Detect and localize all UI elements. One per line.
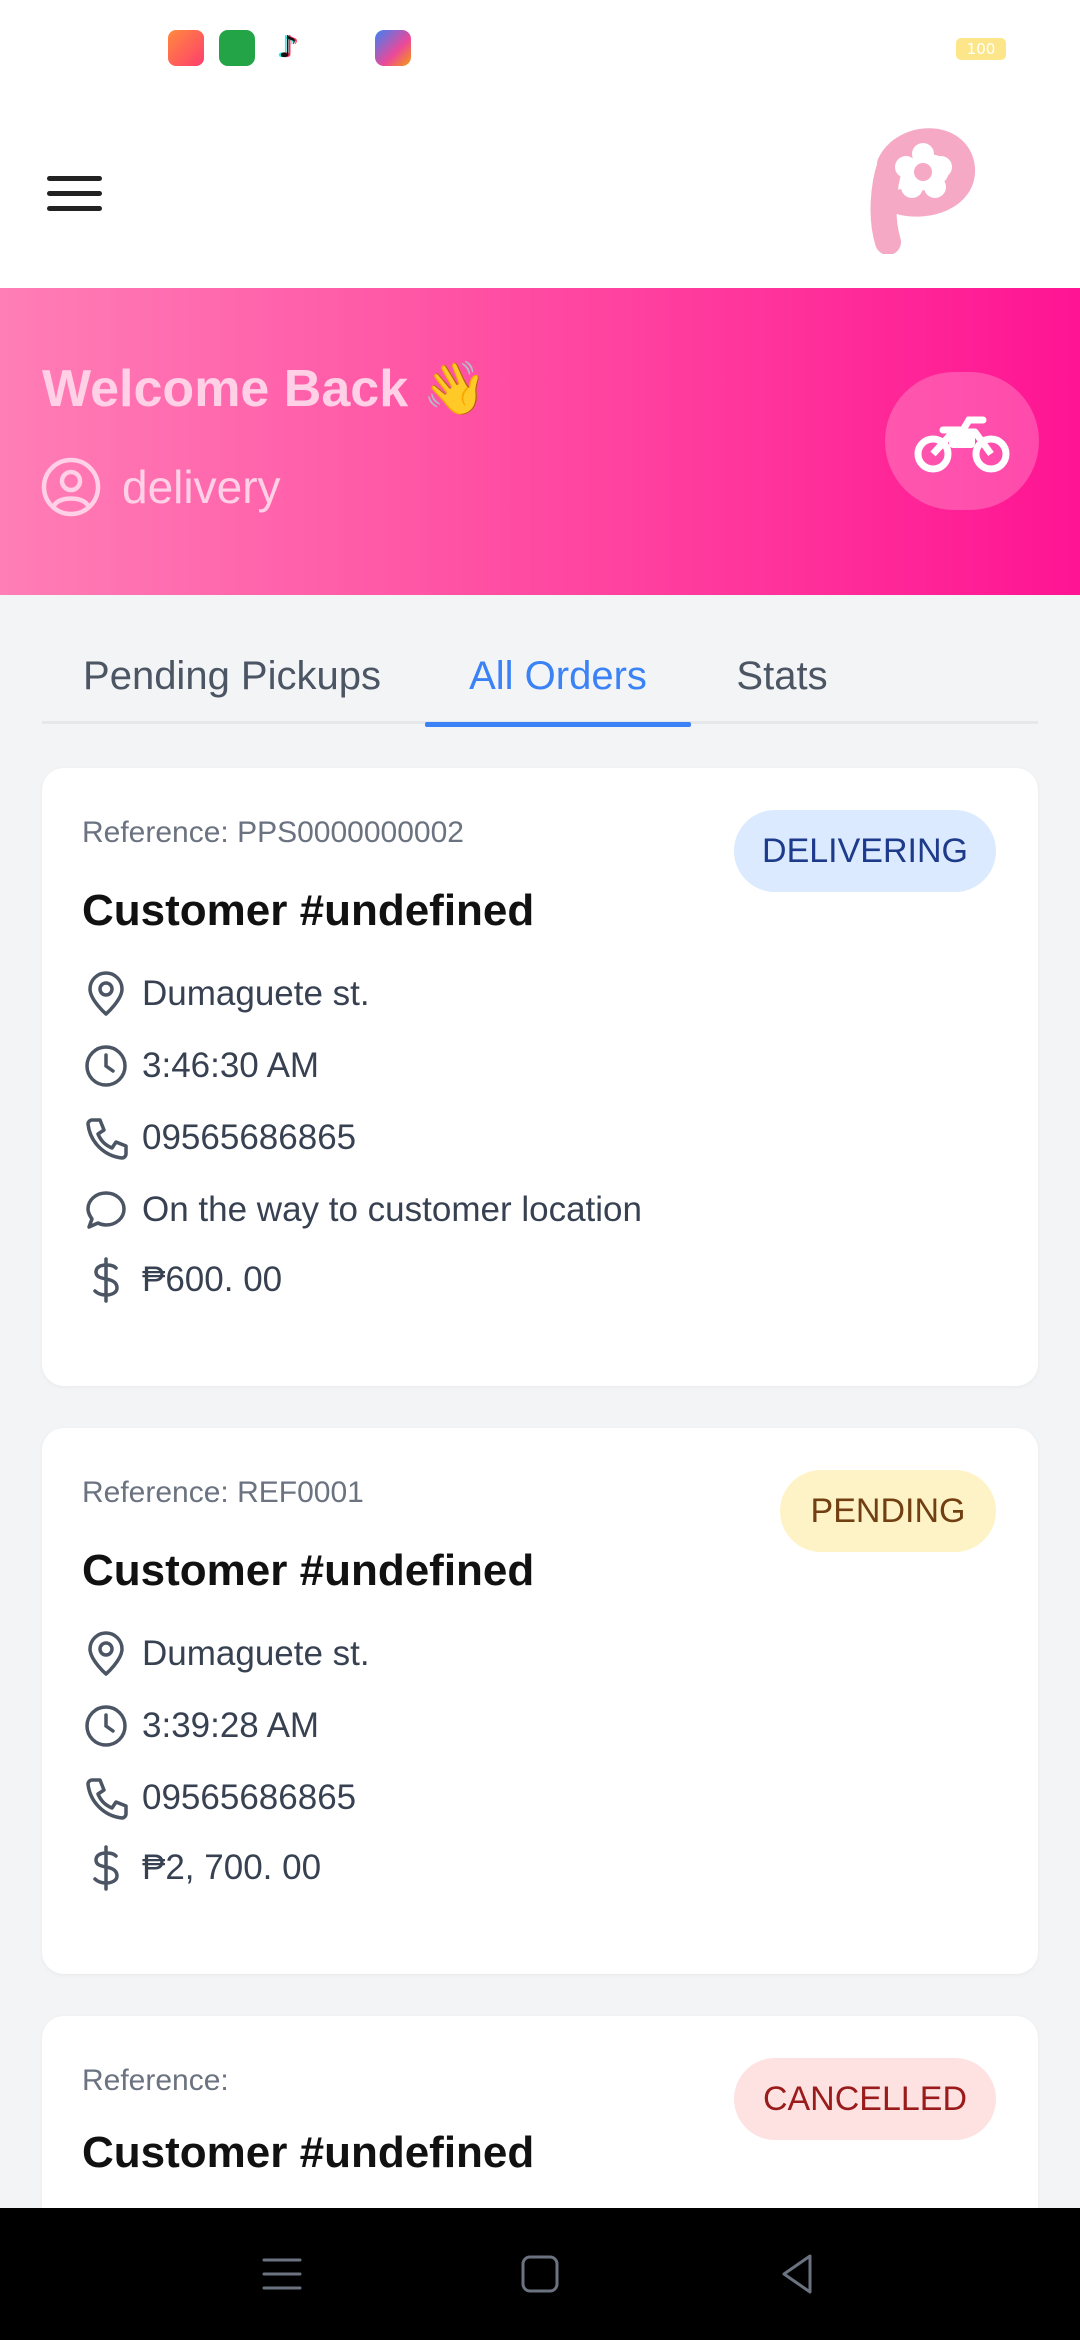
amount-text: ₱600. 00 xyxy=(142,1260,283,1299)
battery-indicator: 100 xyxy=(956,38,1006,60)
map-pin-icon xyxy=(82,970,130,1018)
recent-apps-icon[interactable] xyxy=(252,2244,312,2304)
order-tabs: Pending Pickups All Orders Stats xyxy=(42,628,1038,727)
phone-icon xyxy=(82,1774,130,1822)
address-row: Dumaguete st. xyxy=(82,964,370,1024)
clock-icon xyxy=(82,1702,130,1750)
motorcycle-icon xyxy=(914,416,1010,473)
map-pin-icon xyxy=(82,1630,130,1678)
role-label: delivery xyxy=(122,461,281,513)
dollar-icon xyxy=(82,1844,130,1892)
hamburger-menu-icon[interactable] xyxy=(40,166,110,220)
amount-text: ₱2, 700. 00 xyxy=(142,1848,322,1887)
clock-icon xyxy=(82,1042,130,1090)
status-badge: DELIVERING xyxy=(734,810,996,892)
amount-row: ₱600. 00 xyxy=(82,1250,282,1310)
game-app-icon xyxy=(168,30,204,66)
address-row: Dumaguete st. xyxy=(82,1624,370,1684)
tiktok-icon: ♪ xyxy=(270,30,306,66)
user-role: delivery xyxy=(40,456,281,518)
note-text: On the way to customer location xyxy=(142,1190,642,1229)
address-text: Dumaguete st. xyxy=(142,1634,370,1673)
app-header xyxy=(0,96,1080,288)
order-reference: Reference: PPS0000000002 xyxy=(82,816,464,849)
customer-name: Customer #undefined xyxy=(82,1546,535,1595)
status-badge: CANCELLED xyxy=(734,2058,996,2140)
time-text: 3:39:28 AM xyxy=(142,1706,320,1745)
customer-name: Customer #undefined xyxy=(82,886,535,935)
phone-text[interactable]: 09565686865 xyxy=(142,1778,356,1818)
time-row: 3:46:30 AM xyxy=(82,1036,319,1096)
status-bar: ♪ 100 xyxy=(0,0,1080,96)
order-reference: Reference: xyxy=(82,2064,229,2097)
amount-row: ₱2, 700. 00 xyxy=(82,1838,321,1898)
phone-row: 09565686865 xyxy=(82,1768,356,1828)
message-circle-icon xyxy=(82,1186,130,1234)
address-text: Dumaguete st. xyxy=(142,974,370,1013)
phone-text[interactable]: 09565686865 xyxy=(142,1118,356,1158)
welcome-banner: Welcome Back 👋 delivery xyxy=(0,288,1080,595)
welcome-title: Welcome Back 👋 xyxy=(42,360,488,418)
user-circle-icon xyxy=(41,457,101,517)
flower-p-logo xyxy=(870,128,975,254)
star-app-icon xyxy=(375,30,411,66)
status-badge: PENDING xyxy=(780,1470,996,1552)
order-card[interactable]: Reference: REF0001 PENDING Customer #und… xyxy=(42,1428,1038,1974)
time-text: 3:46:30 AM xyxy=(142,1046,320,1085)
order-card[interactable]: Reference: PPS0000000002 DELIVERING Cust… xyxy=(42,768,1038,1386)
app-store-icon xyxy=(219,30,255,66)
phone-icon xyxy=(82,1114,130,1162)
tab-all-orders[interactable]: All Orders xyxy=(425,628,691,727)
system-nav-bar xyxy=(0,2208,1080,2340)
time-row: 3:39:28 AM xyxy=(82,1696,319,1756)
home-icon[interactable] xyxy=(510,2244,570,2304)
phone-row: 09565686865 xyxy=(82,1108,356,1168)
vehicle-button[interactable] xyxy=(885,372,1039,510)
note-row: On the way to customer location xyxy=(82,1180,642,1240)
tab-stats[interactable]: Stats xyxy=(691,628,873,724)
customer-name: Customer #undefined xyxy=(82,2128,535,2177)
tab-pending-pickups[interactable]: Pending Pickups xyxy=(42,628,422,724)
dollar-icon xyxy=(82,1256,130,1304)
back-icon[interactable] xyxy=(768,2244,828,2304)
order-reference: Reference: REF0001 xyxy=(82,1476,364,1509)
